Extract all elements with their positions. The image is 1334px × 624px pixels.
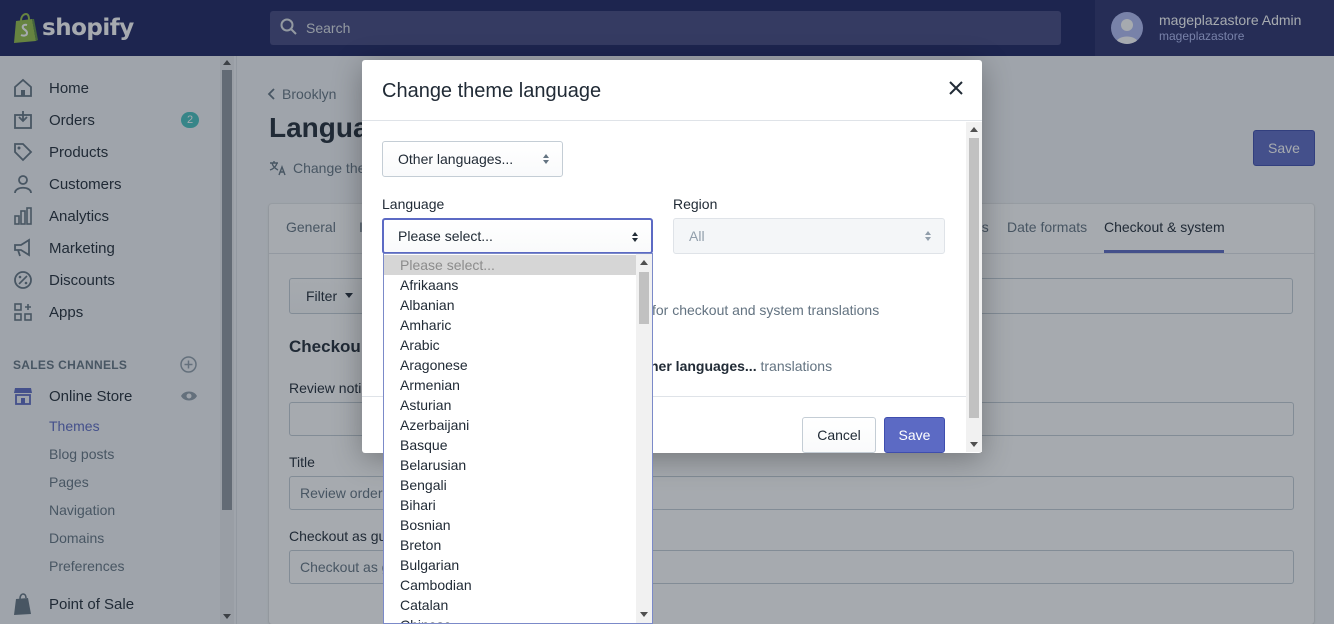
select-caret-icon <box>632 232 638 242</box>
language-option[interactable]: Bosnian <box>384 515 636 535</box>
language-option[interactable]: Amharic <box>384 315 636 335</box>
modal-header: Change theme language <box>362 60 982 121</box>
region-select-value: All <box>689 228 705 244</box>
language-option[interactable]: Armenian <box>384 375 636 395</box>
other-languages-select[interactable]: Other languages... <box>382 141 563 177</box>
region-label: Region <box>673 196 718 212</box>
dropdown-scrollbar[interactable] <box>636 254 652 623</box>
select-caret-icon <box>925 231 931 241</box>
modal-save-button[interactable]: Save <box>884 417 945 453</box>
dropdown-scroll-thumb[interactable] <box>639 272 649 324</box>
select-caret-icon <box>543 154 549 164</box>
modal-scroll-thumb[interactable] <box>969 138 979 418</box>
language-option[interactable]: Breton <box>384 535 636 555</box>
language-option[interactable]: Basque <box>384 435 636 455</box>
language-option[interactable]: Belarusian <box>384 455 636 475</box>
other-languages-value: Other languages... <box>398 151 514 167</box>
language-option[interactable]: Chinese <box>384 615 636 623</box>
modal-scrollbar[interactable] <box>966 122 982 452</box>
language-option[interactable]: Arabic <box>384 335 636 355</box>
language-option[interactable]: Aragonese <box>384 355 636 375</box>
language-option[interactable]: Azerbaijani <box>384 415 636 435</box>
language-option[interactable]: Catalan <box>384 595 636 615</box>
language-option[interactable]: Bulgarian <box>384 555 636 575</box>
language-option[interactable]: Cambodian <box>384 575 636 595</box>
cancel-button[interactable]: Cancel <box>802 417 876 453</box>
language-option[interactable]: Albanian <box>384 295 636 315</box>
language-label: Language <box>382 196 445 212</box>
modal-info-bold: her languages... <box>650 358 757 374</box>
language-option[interactable]: Bihari <box>384 495 636 515</box>
modal-info-rest: translations <box>756 358 833 374</box>
language-dropdown-list: Please select... Afrikaans Albanian Amha… <box>383 253 653 624</box>
modal-title: Change theme language <box>382 80 602 102</box>
language-option[interactable]: Asturian <box>384 395 636 415</box>
language-option[interactable]: Please select... <box>384 255 636 275</box>
modal-info-text: for checkout and system translations <box>652 302 880 318</box>
language-select[interactable]: Please select... <box>382 218 653 254</box>
language-option[interactable]: Afrikaans <box>384 275 636 295</box>
language-select-value: Please select... <box>398 228 493 244</box>
region-select[interactable]: All <box>673 218 945 254</box>
modal-info-text-2: her languages... translations <box>650 358 832 374</box>
language-option[interactable]: Bengali <box>384 475 636 495</box>
close-icon[interactable] <box>946 78 966 98</box>
